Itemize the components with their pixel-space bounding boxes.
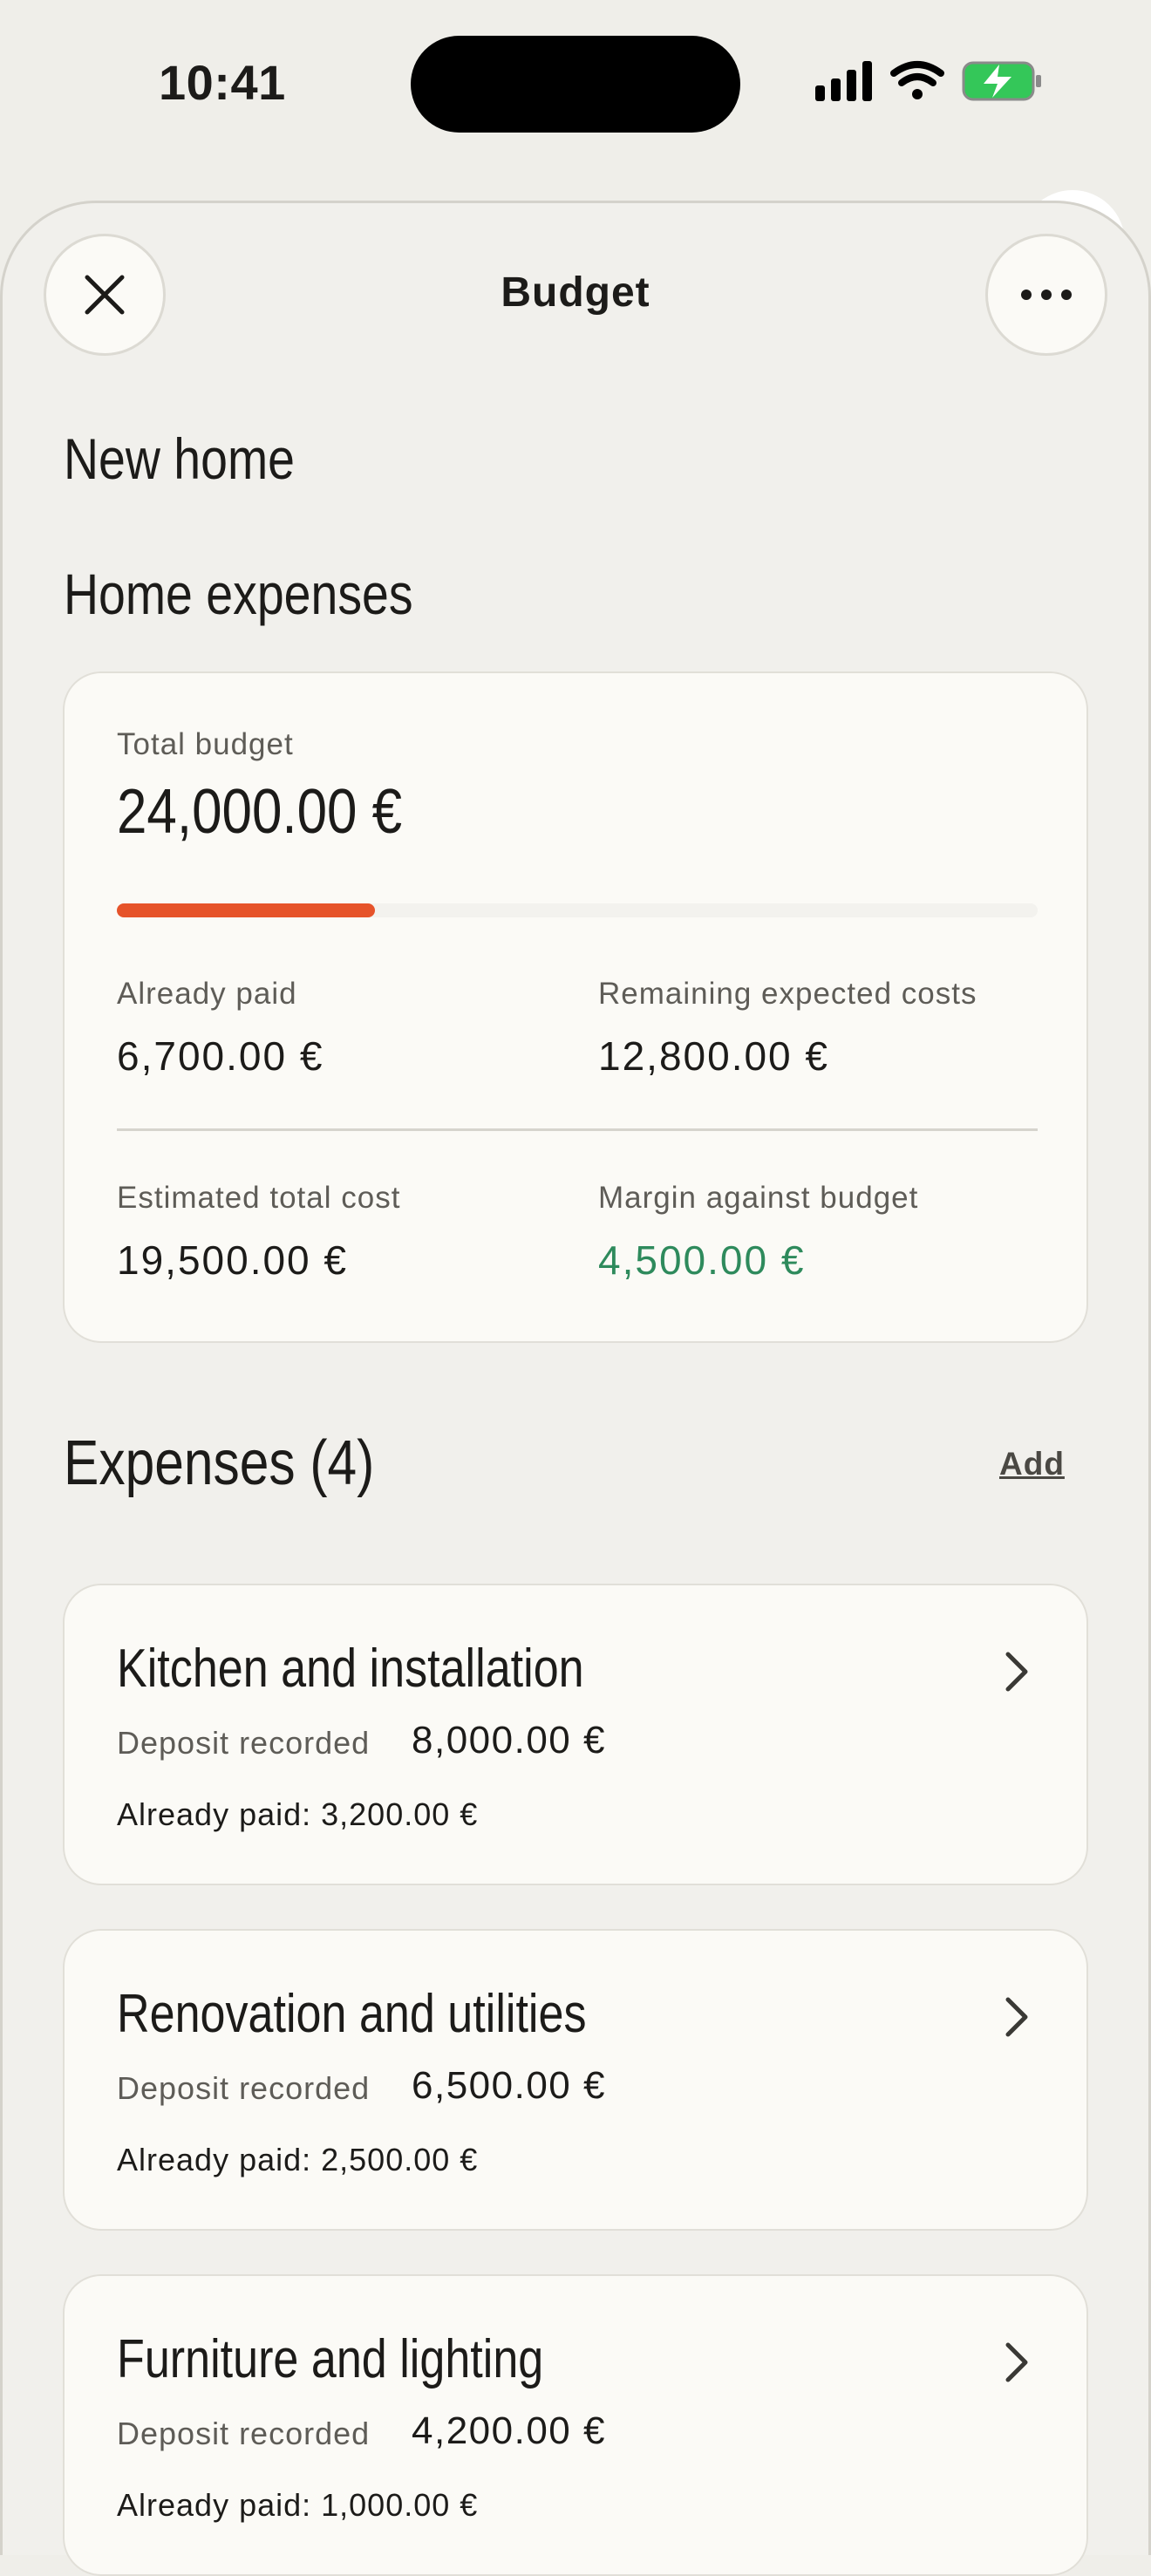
- already-paid-label: Already paid: [117, 977, 297, 1011]
- deposit-value: 4,200.00 €: [412, 2409, 606, 2452]
- status-time: 10:41: [159, 55, 286, 110]
- expense-title: Renovation and utilities: [117, 1984, 587, 2044]
- nav-title: Budget: [501, 269, 650, 316]
- battery-charging-icon: [962, 61, 1041, 101]
- expense-title: Kitchen and installation: [117, 1639, 584, 1699]
- expense-title: Furniture and lighting: [117, 2329, 544, 2389]
- dynamic-island: [411, 36, 740, 133]
- margin-label: Margin against budget: [598, 1181, 919, 1215]
- expense-card[interactable]: Renovation and utilities Deposit recorde…: [63, 1929, 1088, 2231]
- already-paid-text: Already paid: 3,200.00 €: [117, 1796, 479, 1832]
- expenses-title: Expenses (4): [64, 1428, 375, 1498]
- wifi-icon: [890, 61, 944, 99]
- margin-value: 4,500.00 €: [598, 1237, 806, 1283]
- deposit-label: Deposit recorded: [117, 2416, 371, 2451]
- status-bar: 10:41: [0, 0, 1151, 174]
- total-budget-value: 24,000.00 €: [117, 777, 403, 847]
- deposit-label: Deposit recorded: [117, 2070, 371, 2106]
- deposit-value: 6,500.00 €: [412, 2064, 606, 2107]
- budget-summary-card: Total budget 24,000.00 € Already paid 6,…: [63, 671, 1088, 1343]
- already-paid-value: 6,700.00 €: [117, 1033, 324, 1079]
- add-expense-link[interactable]: Add: [999, 1446, 1065, 1482]
- expense-card[interactable]: Furniture and lighting Deposit recorded …: [63, 2274, 1088, 2576]
- remaining-value: 12,800.00 €: [598, 1033, 830, 1079]
- summary-divider: [117, 1128, 1038, 1131]
- already-paid-text: Already paid: 1,000.00 €: [117, 2487, 479, 2523]
- more-icon: [1021, 290, 1072, 300]
- chevron-right-icon: [1005, 1997, 1028, 2037]
- section-title: Home expenses: [64, 562, 413, 626]
- project-name: New home: [64, 426, 295, 491]
- budget-progress-fill: [117, 903, 375, 917]
- estimated-value: 19,500.00 €: [117, 1237, 349, 1283]
- chevron-right-icon: [1005, 1652, 1028, 1692]
- status-icons: [811, 52, 1046, 110]
- already-paid-text: Already paid: 2,500.00 €: [117, 2142, 479, 2177]
- deposit-value: 8,000.00 €: [412, 1719, 606, 1762]
- expense-card[interactable]: Kitchen and installation Deposit recorde…: [63, 1584, 1088, 1885]
- signal-icon: [815, 61, 872, 101]
- total-budget-label: Total budget: [117, 727, 294, 761]
- deposit-label: Deposit recorded: [117, 1725, 371, 1761]
- more-options-button[interactable]: [985, 234, 1107, 356]
- chevron-right-icon: [1005, 2342, 1028, 2382]
- estimated-label: Estimated total cost: [117, 1181, 401, 1215]
- budget-progress-bar: [117, 903, 1038, 917]
- remaining-label: Remaining expected costs: [598, 977, 977, 1011]
